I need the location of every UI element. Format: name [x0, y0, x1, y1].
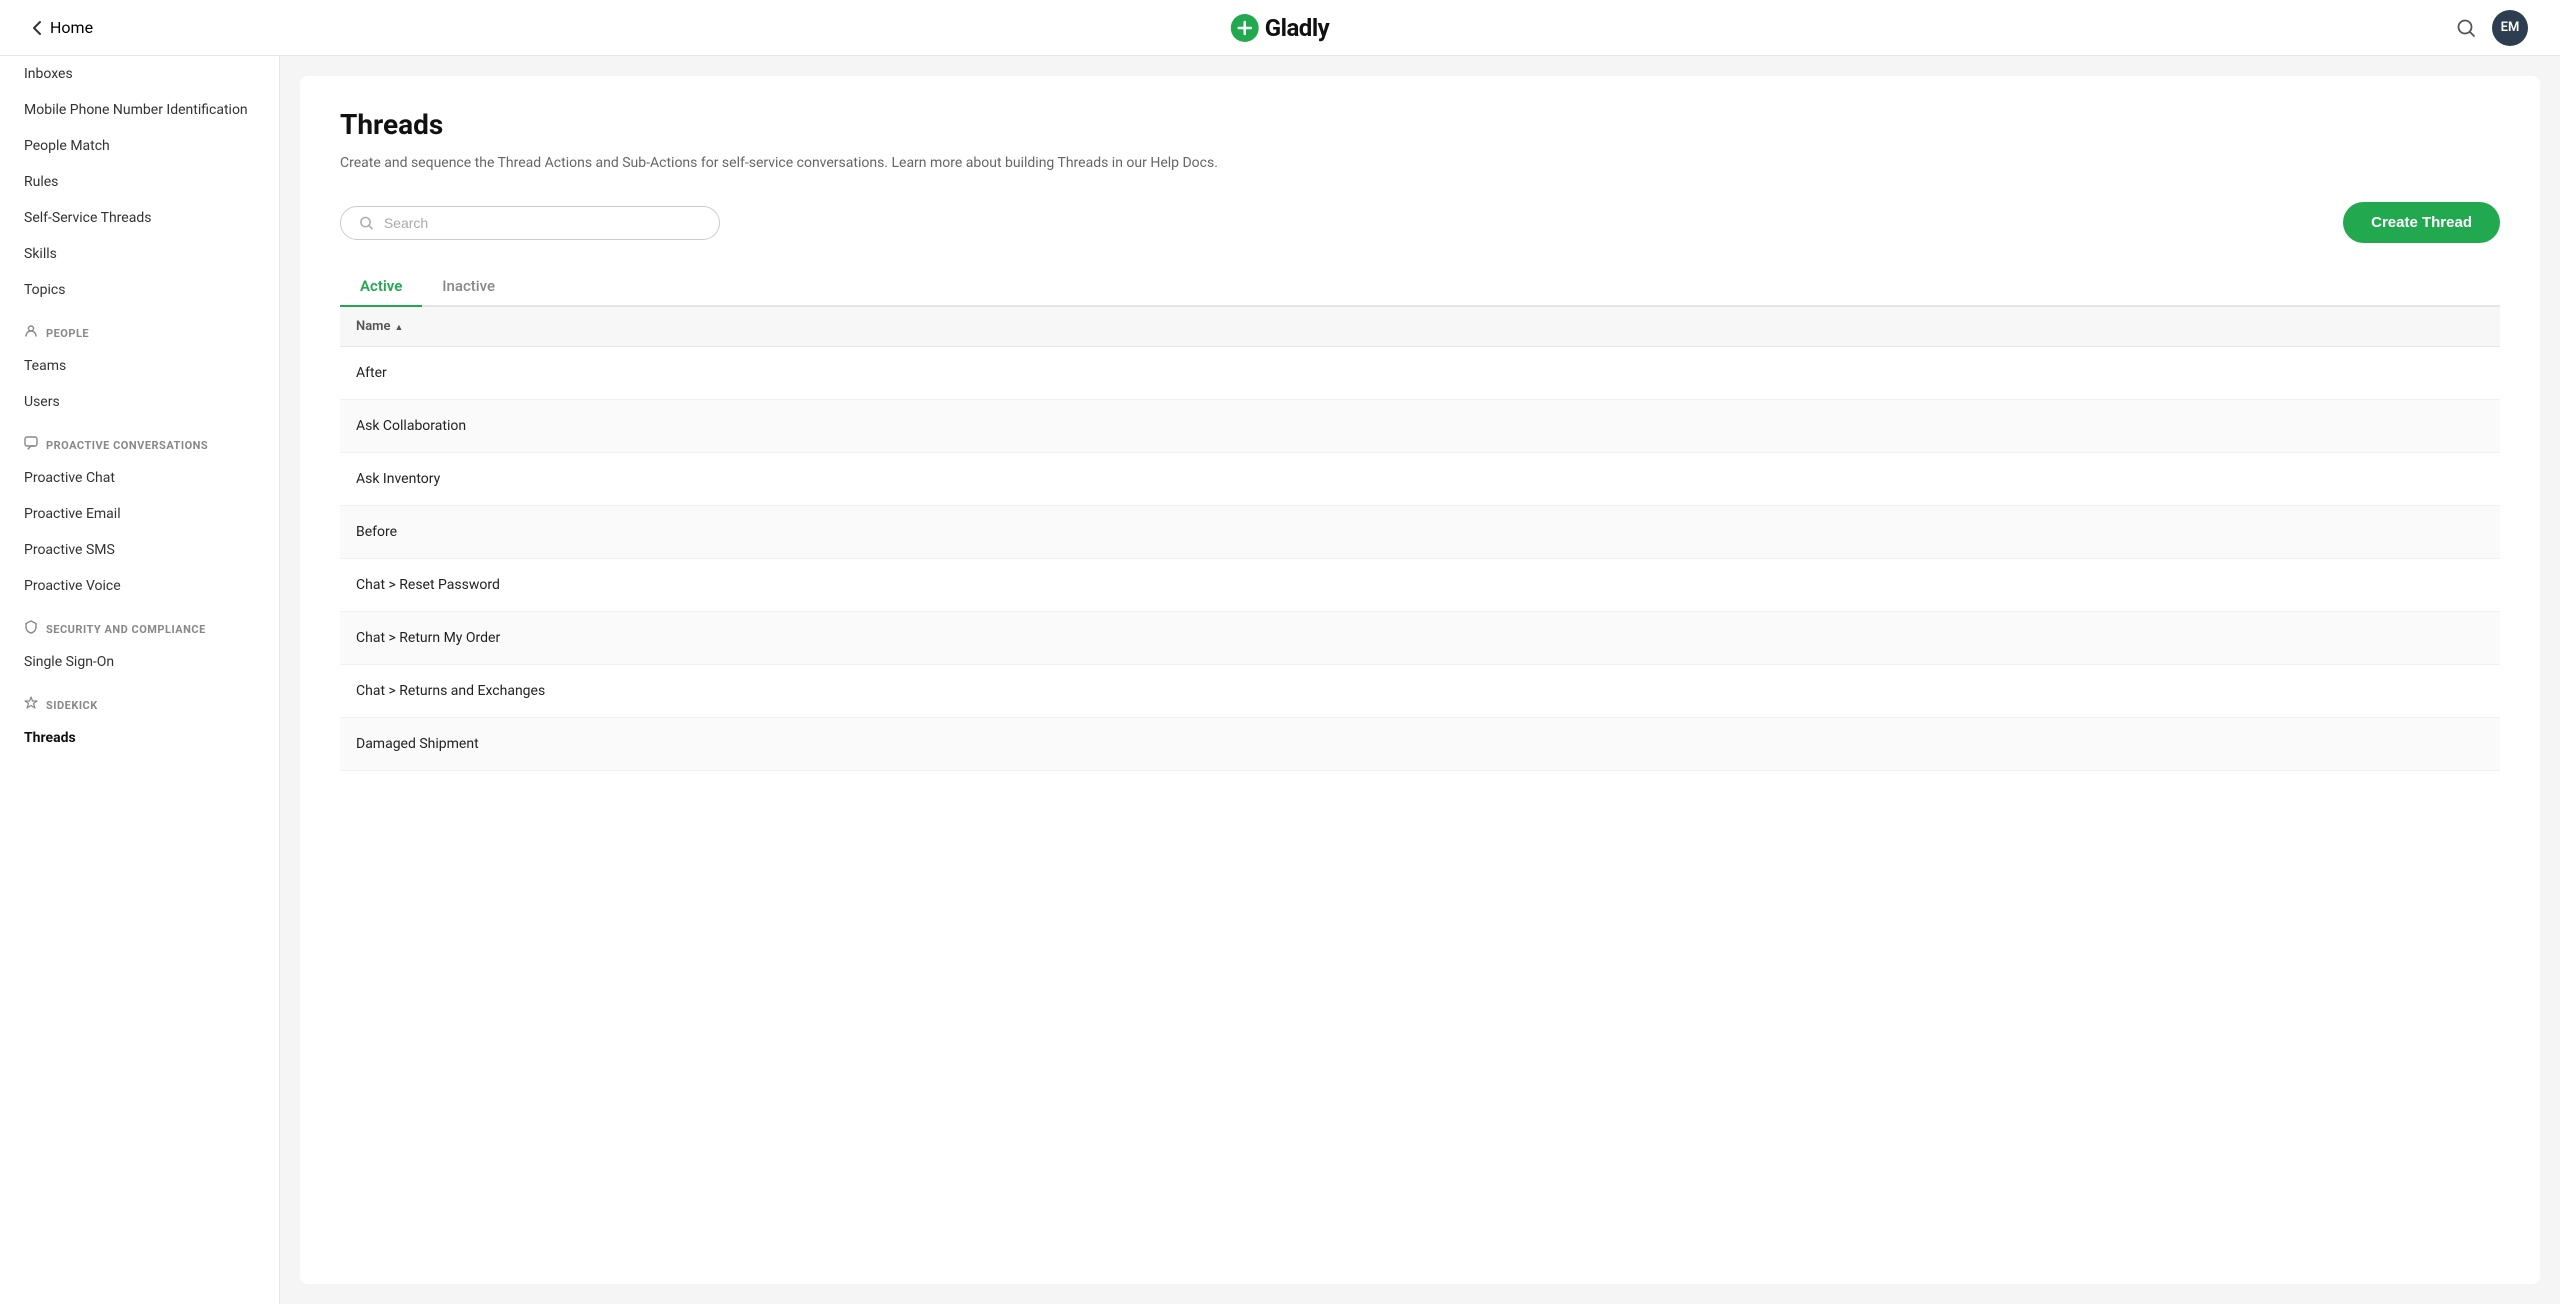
sidebar-item-mobile-phone[interactable]: Mobile Phone Number Identification	[0, 92, 279, 128]
sidebar-section-security: SECURITY AND COMPLIANCE	[0, 604, 279, 644]
sidebar-item-teams[interactable]: Teams	[0, 348, 279, 384]
sidebar-item-rules[interactable]: Rules	[0, 164, 279, 200]
sidebar-item-threads[interactable]: Threads	[0, 720, 279, 756]
tab-active[interactable]: Active	[340, 267, 422, 307]
sidebar-item-self-service-threads[interactable]: Self-Service Threads	[0, 200, 279, 236]
top-nav: Home Gladly EM	[0, 0, 2560, 56]
page-title: Threads	[340, 108, 2500, 141]
sidebar: Inboxes Mobile Phone Number Identificati…	[0, 56, 280, 1304]
sort-asc-icon	[394, 319, 403, 334]
logo-icon	[1231, 14, 1259, 42]
main-layout: Inboxes Mobile Phone Number Identificati…	[0, 56, 2560, 1304]
search-box-icon	[359, 215, 374, 231]
column-header-name[interactable]: Name	[340, 319, 419, 334]
global-search-button[interactable]	[2456, 18, 2476, 38]
sidebar-item-proactive-chat[interactable]: Proactive Chat	[0, 460, 279, 496]
sidebar-top-items: Inboxes Mobile Phone Number Identificati…	[0, 56, 279, 308]
search-input[interactable]	[384, 215, 701, 231]
table-row[interactable]: Chat > Reset Password	[340, 559, 2500, 612]
main-content-card: Threads Create and sequence the Thread A…	[300, 76, 2540, 1284]
table-row[interactable]: Ask Inventory	[340, 453, 2500, 506]
table-row[interactable]: Chat > Returns and Exchanges	[340, 665, 2500, 718]
thread-list: After Ask Collaboration Ask Inventory Be…	[340, 347, 2500, 771]
sidebar-item-people-match[interactable]: People Match	[0, 128, 279, 164]
back-button[interactable]: Home	[32, 18, 93, 37]
table-row[interactable]: After	[340, 347, 2500, 400]
person-icon	[24, 324, 38, 342]
table-row[interactable]: Chat > Return My Order	[340, 612, 2500, 665]
sidebar-section-sidekick: SIDEKICK	[0, 680, 279, 720]
sidebar-item-users[interactable]: Users	[0, 384, 279, 420]
search-create-row: Create Thread	[340, 202, 2500, 243]
search-box[interactable]	[340, 206, 720, 240]
table-row[interactable]: Damaged Shipment	[340, 718, 2500, 771]
back-label: Home	[50, 18, 93, 37]
tabs: Active Inactive	[340, 267, 2500, 307]
chat-icon	[24, 436, 38, 454]
sidebar-item-proactive-sms[interactable]: Proactive SMS	[0, 532, 279, 568]
sidebar-item-single-sign-on[interactable]: Single Sign-On	[0, 644, 279, 680]
page-description: Create and sequence the Thread Actions a…	[340, 153, 2500, 174]
search-icon	[2456, 18, 2476, 38]
main-area: Threads Create and sequence the Thread A…	[280, 56, 2560, 1304]
sidebar-section-proactive: PROACTIVE CONVERSATIONS	[0, 420, 279, 460]
table-header: Name	[340, 307, 2500, 347]
sidebar-item-skills[interactable]: Skills	[0, 236, 279, 272]
tab-inactive[interactable]: Inactive	[422, 267, 515, 307]
top-nav-right: EM	[2456, 10, 2528, 46]
shield-icon	[24, 620, 38, 638]
sidebar-section-people: PEOPLE	[0, 308, 279, 348]
table-row[interactable]: Before	[340, 506, 2500, 559]
table-row[interactable]: Ask Collaboration	[340, 400, 2500, 453]
star-icon	[24, 696, 38, 714]
back-chevron-icon	[32, 20, 42, 36]
logo-text: Gladly	[1265, 14, 1330, 42]
sidebar-item-proactive-voice[interactable]: Proactive Voice	[0, 568, 279, 604]
create-thread-button[interactable]: Create Thread	[2343, 202, 2500, 243]
avatar[interactable]: EM	[2492, 10, 2528, 46]
sidebar-item-topics[interactable]: Topics	[0, 272, 279, 308]
sidebar-item-inboxes[interactable]: Inboxes	[0, 56, 279, 92]
logo: Gladly	[1231, 14, 1330, 42]
sidebar-item-proactive-email[interactable]: Proactive Email	[0, 496, 279, 532]
